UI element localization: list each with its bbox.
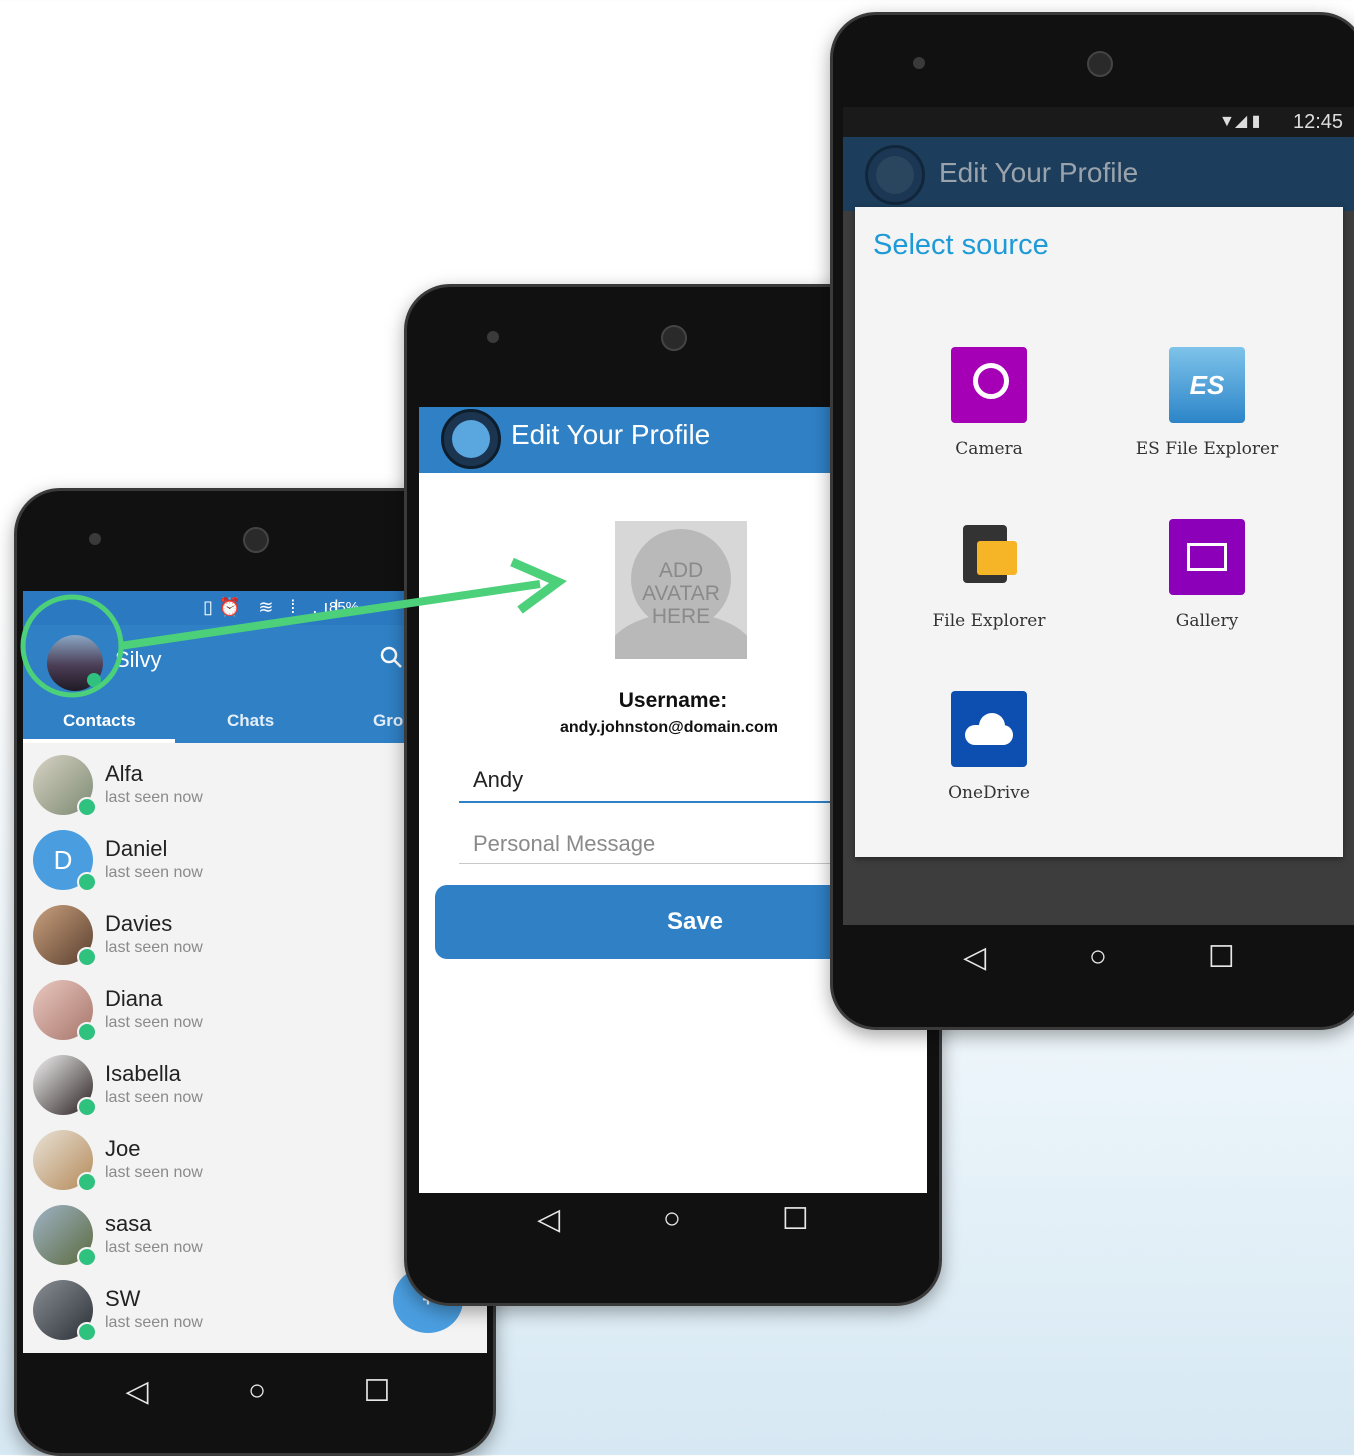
annotation-overlay <box>20 557 567 698</box>
arrow-shaft <box>119 580 541 650</box>
highlight-circle <box>20 594 124 698</box>
